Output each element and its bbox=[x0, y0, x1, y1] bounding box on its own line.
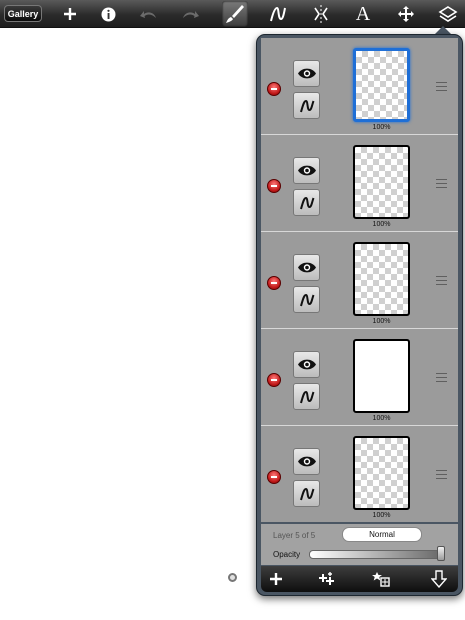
layer-actions-toolbar bbox=[261, 566, 458, 592]
delete-layer-icon[interactable] bbox=[267, 373, 281, 387]
opacity-slider[interactable] bbox=[309, 550, 441, 559]
layer-count-label: Layer 5 of 5 bbox=[273, 531, 316, 540]
brush-tool-button[interactable] bbox=[222, 1, 248, 27]
blend-mode-toggle-button[interactable] bbox=[293, 189, 320, 216]
blend-mode-button[interactable]: Normal bbox=[342, 527, 422, 542]
drag-handle-icon[interactable] bbox=[436, 276, 447, 286]
symmetry-icon[interactable] bbox=[308, 0, 334, 28]
gallery-button[interactable]: Gallery bbox=[4, 5, 42, 22]
eye-icon bbox=[297, 165, 316, 176]
undo-icon[interactable] bbox=[137, 0, 161, 28]
text-icon[interactable]: A bbox=[350, 0, 376, 28]
drag-handle-icon[interactable] bbox=[436, 373, 447, 383]
drag-handle-icon[interactable] bbox=[436, 82, 447, 92]
layer-row[interactable]: 100% bbox=[261, 426, 458, 522]
layer-thumbnail[interactable] bbox=[353, 339, 410, 413]
visibility-toggle-button[interactable] bbox=[293, 157, 320, 184]
layer-row[interactable]: 100% bbox=[261, 135, 458, 232]
layer-thumbnail[interactable] bbox=[353, 48, 410, 122]
blend-icon bbox=[299, 487, 314, 500]
layer-thumbnail[interactable] bbox=[353, 436, 410, 510]
blend-icon bbox=[299, 293, 314, 306]
eye-icon bbox=[297, 456, 316, 467]
layer-row[interactable]: 100% bbox=[261, 38, 458, 135]
drag-handle-icon[interactable] bbox=[436, 470, 447, 480]
drag-handle-icon[interactable] bbox=[436, 179, 447, 189]
layer-opacity-label: 100% bbox=[372, 415, 391, 422]
blend-mode-toggle-button[interactable] bbox=[293, 480, 320, 507]
layers-icon[interactable] bbox=[435, 0, 461, 28]
blend-mode-toggle-button[interactable] bbox=[293, 383, 320, 410]
delete-layer-icon[interactable] bbox=[267, 470, 281, 484]
layer-opacity-label: 100% bbox=[372, 124, 391, 131]
layer-thumbnail[interactable] bbox=[353, 242, 410, 316]
delete-layer-icon[interactable] bbox=[267, 179, 281, 193]
blend-icon bbox=[299, 99, 314, 112]
opacity-slider-knob[interactable] bbox=[437, 546, 445, 561]
eye-icon bbox=[297, 68, 316, 79]
layer-opacity-label: 100% bbox=[372, 318, 391, 325]
top-toolbar: Gallery A bbox=[0, 0, 465, 28]
delete-layer-icon[interactable] bbox=[267, 276, 281, 290]
plus-icon[interactable] bbox=[58, 0, 82, 28]
opacity-label: Opacity bbox=[273, 550, 301, 559]
layer-opacity-label: 100% bbox=[372, 221, 391, 228]
merge-layer-icon[interactable] bbox=[366, 566, 396, 592]
visibility-toggle-button[interactable] bbox=[293, 448, 320, 475]
eye-icon bbox=[297, 262, 316, 273]
smudge-icon[interactable] bbox=[265, 0, 291, 28]
blend-mode-toggle-button[interactable] bbox=[293, 286, 320, 313]
blend-icon bbox=[299, 390, 314, 403]
layers-panel: 100% 100% 100% 100% 100% Layer 5 of 5 No… bbox=[256, 34, 463, 596]
brush-icon bbox=[226, 5, 244, 23]
delete-layer-icon[interactable] bbox=[267, 82, 281, 96]
layer-list[interactable]: 100% 100% 100% 100% 100% bbox=[261, 38, 458, 522]
blend-mode-toggle-button[interactable] bbox=[293, 92, 320, 119]
eye-icon bbox=[297, 359, 316, 370]
layer-opacity-label: 100% bbox=[372, 512, 391, 519]
visibility-toggle-button[interactable] bbox=[293, 254, 320, 281]
blend-icon bbox=[299, 196, 314, 209]
layer-row[interactable]: 100% bbox=[261, 329, 458, 426]
visibility-toggle-button[interactable] bbox=[293, 60, 320, 87]
transform-icon[interactable] bbox=[393, 0, 419, 28]
layer-row[interactable]: 100% bbox=[261, 232, 458, 329]
merge-down-icon[interactable] bbox=[424, 566, 454, 592]
duplicate-layer-icon[interactable] bbox=[312, 566, 342, 592]
visibility-toggle-button[interactable] bbox=[293, 351, 320, 378]
add-layer-icon[interactable] bbox=[261, 566, 291, 592]
redo-icon[interactable] bbox=[178, 0, 202, 28]
layer-thumbnail[interactable] bbox=[353, 145, 410, 219]
layer-settings: Layer 5 of 5 Normal Opacity bbox=[261, 524, 458, 565]
info-icon[interactable] bbox=[96, 0, 120, 28]
canvas-cursor-icon bbox=[228, 573, 237, 582]
